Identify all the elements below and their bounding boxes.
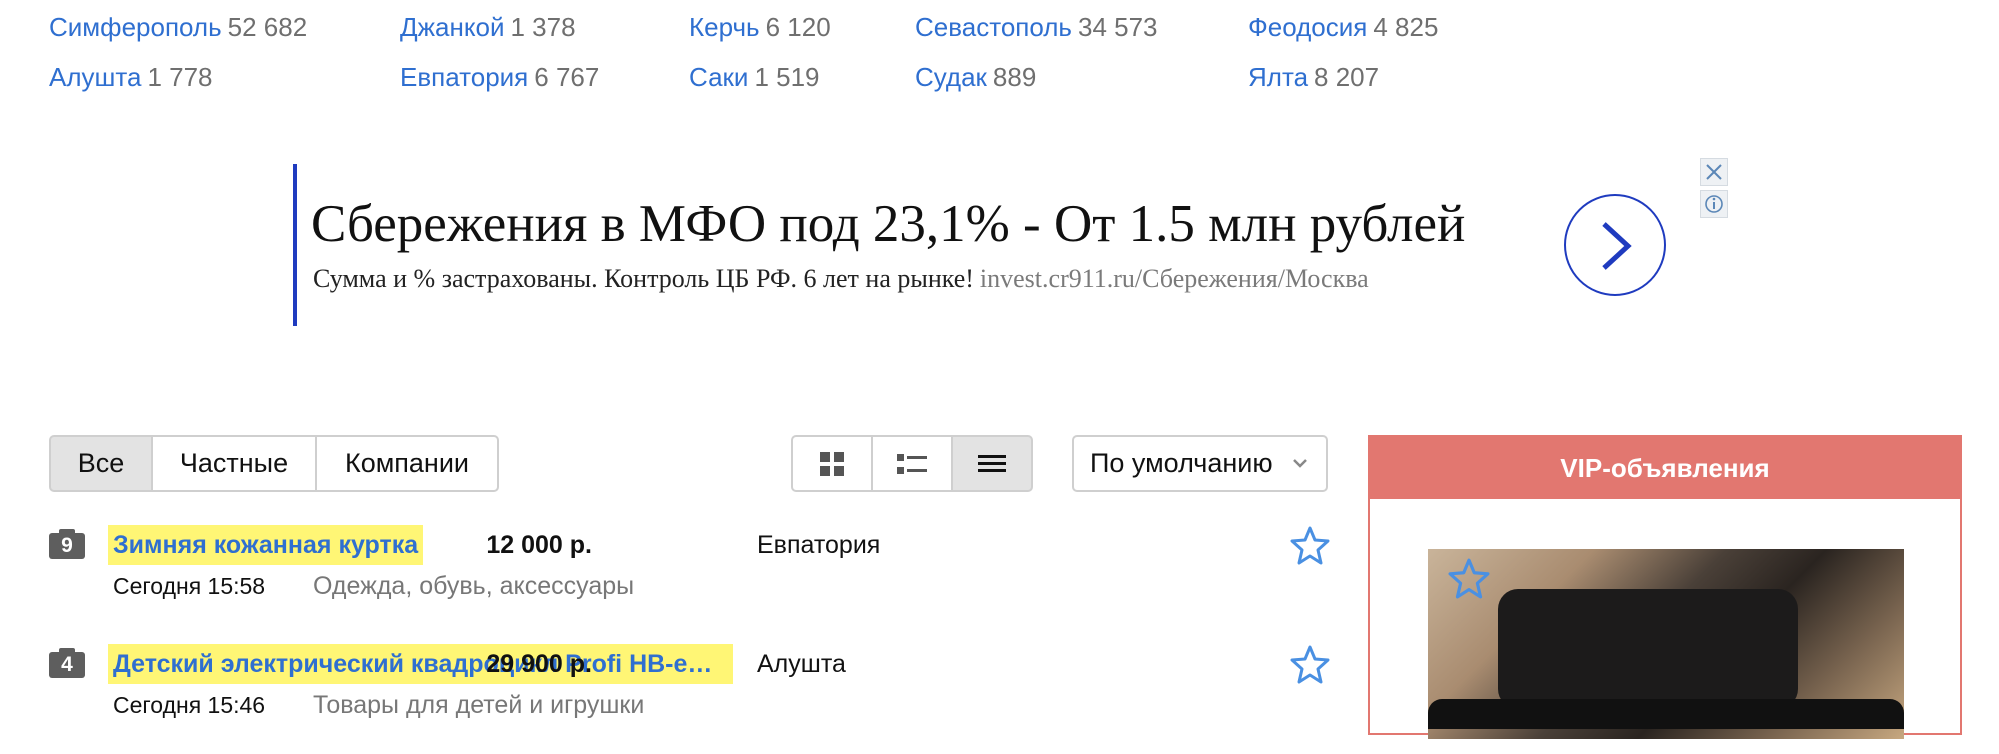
ad-banner[interactable]: Сбережения в МФО под 23,1% - От 1.5 млн …	[293, 164, 1733, 326]
close-icon	[1706, 164, 1722, 180]
city-count: 1 378	[510, 12, 576, 42]
city-name[interactable]: Керчь	[689, 12, 760, 42]
photo-count-badge: 9	[49, 529, 85, 559]
city-link[interactable]: Евпатория 6 767	[400, 61, 599, 93]
ad-title[interactable]: Сбережения в МФО под 23,1% - От 1.5 млн …	[311, 194, 1465, 254]
photo-count: 9	[49, 533, 85, 559]
city-link[interactable]: Саки 1 519	[689, 61, 820, 93]
city-link[interactable]: Керчь 6 120	[689, 11, 831, 43]
listing-title[interactable]: Зимняя кожанная куртка	[108, 525, 424, 565]
city-count: 6 120	[765, 12, 831, 42]
city-name[interactable]: Судак	[915, 62, 987, 92]
grid-view-icon	[820, 451, 844, 476]
city-name[interactable]: Феодосия	[1248, 12, 1367, 42]
sort-dropdown[interactable]: По умолчанию	[1072, 435, 1328, 492]
city-link[interactable]: Алушта 1 778	[49, 61, 213, 93]
listing-row[interactable]: 9 Зимняя кожанная куртка Сегодня 15:58 О…	[0, 525, 1340, 635]
ad-info-button[interactable]	[1700, 190, 1728, 218]
city-count: 1 778	[147, 62, 213, 92]
star-icon	[1290, 526, 1330, 565]
city-name[interactable]: Саки	[689, 62, 748, 92]
city-link[interactable]: Севастополь 34 573	[915, 11, 1158, 43]
info-icon	[1705, 195, 1723, 213]
photo-count-badge: 4	[49, 648, 85, 678]
compact-view-icon	[978, 454, 1006, 472]
listing-price: 12 000 р.	[486, 531, 592, 559]
city-count: 889	[992, 62, 1037, 92]
star-icon[interactable]	[1448, 557, 1490, 599]
star-icon	[1290, 645, 1330, 684]
favorite-button[interactable]	[1290, 644, 1330, 684]
city-link[interactable]: Феодосия 4 825	[1248, 11, 1438, 43]
filter-tab-companies[interactable]: Компании	[315, 435, 499, 492]
listing-price: 29 900 р.	[486, 650, 592, 678]
grid-view-button[interactable]	[791, 435, 873, 492]
list-view-icon	[897, 453, 927, 474]
city-link[interactable]: Ялта 8 207	[1248, 61, 1379, 93]
photo-count: 4	[49, 652, 85, 678]
ad-open-button[interactable]	[1564, 194, 1666, 296]
listing-category: Товары для детей и игрушки	[313, 691, 645, 719]
city-count: 6 767	[534, 62, 600, 92]
city-count: 1 519	[754, 62, 820, 92]
chevron-down-icon	[1293, 459, 1307, 468]
filter-tab-all[interactable]: Все	[49, 435, 153, 492]
city-name[interactable]: Евпатория	[400, 62, 528, 92]
city-link[interactable]: Судак 889	[915, 61, 1036, 93]
favorite-button[interactable]	[1290, 525, 1330, 565]
vip-header[interactable]: VIP-объявления	[1370, 437, 1960, 499]
view-switcher	[791, 435, 1033, 492]
ad-description: Сумма и % застрахованы. Контроль ЦБ РФ. …	[313, 264, 1369, 294]
city-name[interactable]: Джанкой	[400, 12, 504, 42]
vip-listing-photo[interactable]	[1428, 549, 1904, 739]
city-link[interactable]: Симферополь 52 682	[49, 11, 307, 43]
city-count: 4 825	[1373, 12, 1439, 42]
compact-view-button[interactable]	[951, 435, 1033, 492]
city-count: 8 207	[1314, 62, 1380, 92]
city-count: 52 682	[227, 12, 308, 42]
seller-filter: Все Частные Компании	[49, 435, 499, 492]
city-list: Симферополь 52 682 Джанкой 1 378 Керчь 6 12…	[0, 0, 1999, 120]
ad-accent-bar	[293, 164, 297, 326]
city-count: 34 573	[1077, 12, 1158, 42]
ad-close-button[interactable]	[1700, 158, 1728, 186]
listing-row[interactable]: 4 Детский электрический квадроцикл Profi…	[0, 644, 1340, 754]
list-view-button[interactable]	[871, 435, 953, 492]
listing-title[interactable]: Детский электрический квадроцикл Profi H…	[108, 644, 733, 684]
photo-content	[1428, 699, 1904, 729]
ad-description-text: Сумма и % застрахованы. Контроль ЦБ РФ. …	[313, 264, 974, 293]
filter-tab-private[interactable]: Частные	[151, 435, 317, 492]
listing-city: Алушта	[757, 650, 846, 678]
ad-url[interactable]: invest.cr911.ru/Сбережения/Москва	[980, 264, 1369, 293]
listing-city: Евпатория	[757, 531, 881, 559]
city-link[interactable]: Джанкой 1 378	[400, 11, 576, 43]
city-name[interactable]: Севастополь	[915, 12, 1072, 42]
city-name[interactable]: Алушта	[49, 62, 141, 92]
city-name[interactable]: Ялта	[1248, 62, 1308, 92]
photo-content	[1498, 589, 1798, 709]
listing-date: Сегодня 15:46	[113, 692, 266, 718]
listing-date: Сегодня 15:58	[113, 573, 266, 599]
chevron-right-icon	[1602, 222, 1632, 270]
vip-block: VIP-объявления	[1368, 435, 1962, 739]
city-name[interactable]: Симферополь	[49, 12, 222, 42]
sort-selected: По умолчанию	[1090, 448, 1273, 478]
listing-category: Одежда, обувь, аксессуары	[313, 572, 635, 600]
